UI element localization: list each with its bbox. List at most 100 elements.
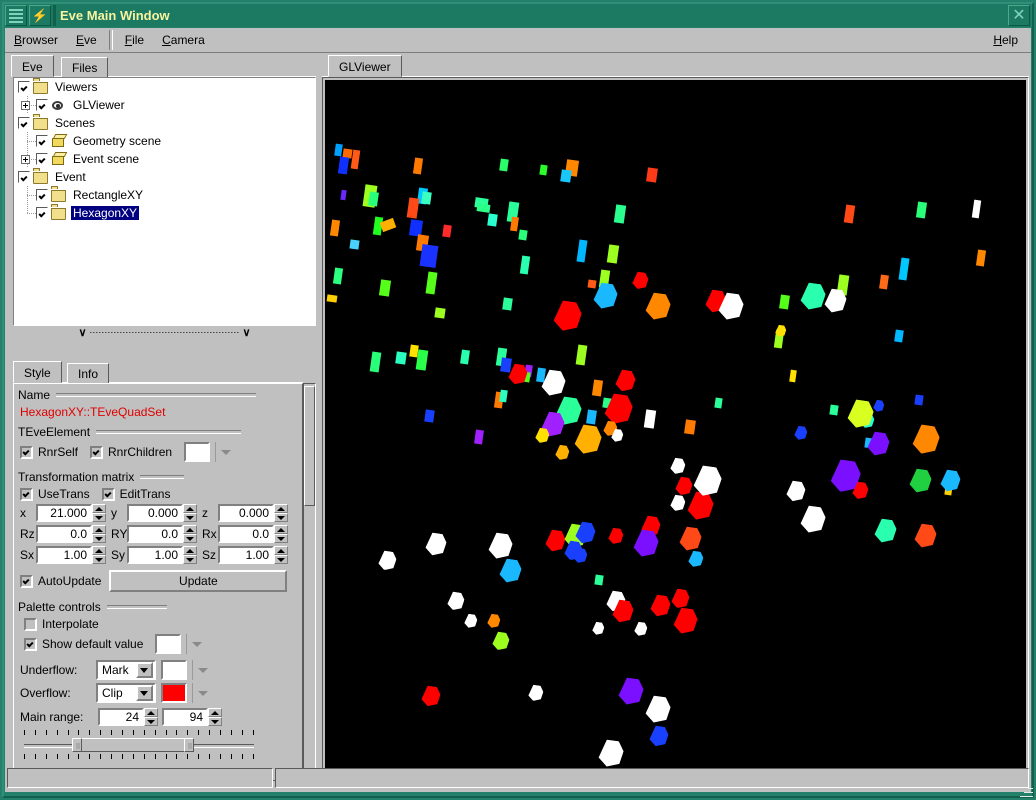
update-button[interactable]: Update [109,570,287,592]
matrix-field-ry[interactable]: 0.0 [127,525,183,543]
matrix-field-x[interactable]: 21.000 [36,504,92,522]
bolt-icon[interactable]: ⚡ [29,5,51,26]
main-range-max-field[interactable]: 94 [162,708,208,726]
tree-item-checkbox[interactable] [36,207,48,219]
hamburger-icon[interactable] [5,5,27,26]
eve-object-tree[interactable]: ViewersGLViewerScenesGeometry sceneEvent… [13,77,316,326]
default-value-color-swatch[interactable] [155,634,181,654]
usetrans-checkbox[interactable] [20,488,33,501]
tree-item-viewers[interactable]: Viewers [14,78,315,96]
tab-eve[interactable]: Eve [11,55,54,77]
group-rule-2 [96,430,241,434]
matrix-spinner-rx[interactable] [274,525,288,543]
matrix-spinner-z[interactable] [274,504,288,522]
tree-item-rectanglexy[interactable]: RectangleXY [14,186,315,204]
menu-item-file[interactable]: File [116,30,153,50]
quad-rectangle [421,191,432,204]
overflow-color-swatch[interactable] [161,683,187,703]
showdefault-checkbox[interactable] [24,638,37,651]
tree-expander-plus-icon[interactable] [21,101,30,110]
quad-rectangle [520,256,530,275]
menu-item-eve[interactable]: Eve [67,30,106,50]
matrix-cell-rz: Rz0.0 [20,525,106,543]
tab-info[interactable]: Info [67,363,109,383]
menu-item-help[interactable]: Help [984,30,1027,50]
matrix-spinner-sz[interactable] [274,546,288,564]
left-horizontal-splitter[interactable]: ∨ ∨ [13,327,316,338]
tab-glviewer[interactable]: GLViewer [328,55,402,77]
rnrchildren-checkbox[interactable] [90,446,103,459]
edittrans-checkbox[interactable] [102,488,115,501]
overflow-combo[interactable]: Clip [96,683,156,703]
tree-item-checkbox[interactable] [18,171,30,183]
main-range-min-field[interactable]: 24 [98,708,144,726]
slider-tick [166,754,167,759]
chevron-down-icon-color[interactable] [221,450,231,455]
chevron-down-icon-underflow[interactable] [136,662,153,678]
editor-scrollbar-thumb[interactable] [304,386,315,506]
matrix-field-sz[interactable]: 1.00 [218,546,274,564]
slider-tick [122,730,123,735]
main-range-min-spinner[interactable] [144,708,158,726]
chevron-down-icon-overflow[interactable] [136,685,153,701]
quad-hexagon [423,531,448,557]
tree-item-checkbox[interactable] [18,117,30,129]
tree-expander-plus-icon[interactable] [21,155,30,164]
quad-rectangle [500,357,512,372]
underflow-color-swatch[interactable] [161,660,187,680]
underflow-combo[interactable]: Mark [96,660,156,680]
tree-item-checkbox[interactable] [36,153,48,165]
tree-item-checkbox[interactable] [36,189,48,201]
tree-item-geometry-scene[interactable]: Geometry scene [14,132,315,150]
quad-hexagon [571,422,603,455]
matrix-spinner-sy[interactable] [183,546,197,564]
main-range-double-slider[interactable] [20,730,260,760]
matrix-field-sy[interactable]: 1.00 [127,546,183,564]
main-range-max-spinner[interactable] [208,708,222,726]
tree-item-hexagonxy[interactable]: HexagonXY [14,204,315,222]
menu-item-browser[interactable]: BBrowserrowser [5,30,67,50]
slider-range-body[interactable] [72,738,194,752]
chevron-down-icon-under[interactable] [198,668,208,673]
quad-rectangle [420,244,439,268]
slider-tick [231,754,232,759]
tree-item-scenes[interactable]: Scenes [14,114,315,132]
rnrself-checkbox[interactable] [20,446,33,459]
tab-style[interactable]: Style [13,361,62,383]
matrix-field-sx[interactable]: 1.00 [36,546,92,564]
slider-grip-low[interactable] [72,738,82,752]
matrix-row-2: Sx1.00Sy1.00Sz1.00 [20,546,302,564]
slider-tick [209,730,210,735]
tree-item-event[interactable]: Event [14,168,315,186]
tree-item-checkbox[interactable] [18,81,30,93]
resize-grip[interactable] [1019,783,1033,797]
matrix-spinner-x[interactable] [92,504,106,522]
autoupdate-checkbox[interactable] [20,575,33,588]
matrix-spinner-ry[interactable] [183,525,197,543]
editor-vertical-scrollbar[interactable] [303,383,316,781]
chevron-down-icon-default[interactable] [192,642,202,647]
slider-track[interactable] [24,738,254,752]
chevron-down-icon-over[interactable] [198,691,208,696]
matrix-spinner-rz[interactable] [92,525,106,543]
tab-files[interactable]: Files [61,57,108,77]
tree-item-event-scene[interactable]: Event scene [14,150,315,168]
slider-tick [35,730,36,735]
main-color-swatch[interactable] [184,442,210,462]
interpolate-checkbox[interactable] [24,618,37,631]
matrix-field-rx[interactable]: 0.0 [218,525,274,543]
matrix-spinner-y[interactable] [183,504,197,522]
matrix-spinner-sx[interactable] [92,546,106,564]
tree-item-glviewer[interactable]: GLViewer [14,96,315,114]
tree-item-checkbox[interactable] [36,135,48,147]
matrix-field-rz[interactable]: 0.0 [36,525,92,543]
matrix-field-z[interactable]: 0.000 [218,504,274,522]
close-icon[interactable]: ✕ [1008,5,1030,26]
slider-ticks-top [24,730,254,735]
menu-item-camera[interactable]: Camera [153,30,214,50]
matrix-field-y[interactable]: 0.000 [127,504,183,522]
tree-item-checkbox[interactable] [36,99,48,111]
slider-grip-high[interactable] [184,738,194,752]
box-icon [51,152,68,166]
gl-viewer-canvas[interactable] [325,80,1026,769]
